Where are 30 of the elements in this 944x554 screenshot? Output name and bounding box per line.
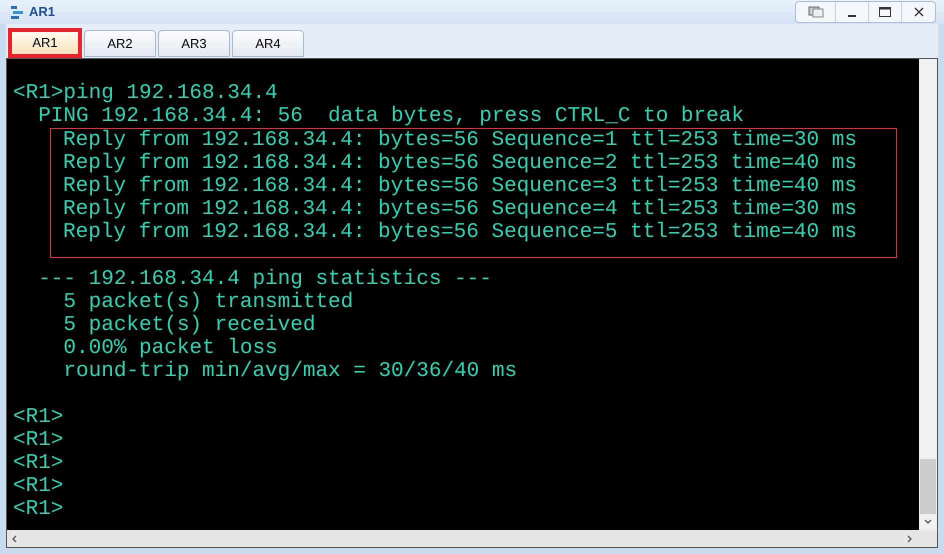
terminal-line: --- 192.168.34.4 ping statistics --- <box>37 268 492 291</box>
scrollbar-thumb[interactable] <box>920 459 936 514</box>
terminal-line: <R1> <box>13 429 64 452</box>
tab[interactable]: AR4 <box>232 30 304 57</box>
terminal-line: <R1> <box>13 406 64 429</box>
close-icon <box>914 7 924 17</box>
horizontal-scrollbar[interactable] <box>7 530 937 547</box>
network-icon <box>10 4 26 20</box>
terminal-line: Reply from 192.168.34.4: bytes=56 Sequence=1 ttl=253 time=30 ms <box>63 129 857 152</box>
terminal-line: Reply from 192.168.34.4: bytes=56 Sequence=3 ttl=253 time=40 ms <box>63 175 857 198</box>
terminal-line: <R1> <box>13 452 64 475</box>
minimize-icon <box>848 15 856 17</box>
terminal-line: round-trip min/avg/max = 30/36/40 ms <box>62 360 518 383</box>
tab[interactable]: AR3 <box>158 30 230 57</box>
terminal-line: 5 packet(s) received <box>62 314 316 337</box>
terminal-line: Reply from 192.168.34.4: bytes=56 Sequence=2 ttl=253 time=40 ms <box>63 152 857 175</box>
terminal-line: Reply from 192.168.34.4: bytes=56 Sequence=5 ttl=253 time=40 ms <box>63 221 857 244</box>
terminal-line: 5 packet(s) transmitted <box>62 291 354 314</box>
tab[interactable]: AR1 <box>8 28 82 58</box>
window-icon <box>808 6 824 18</box>
terminal-line: <R1>ping 192.168.34.4 <box>13 82 278 105</box>
terminal-line: <R1> <box>13 475 64 498</box>
terminal-line: <R1> <box>13 498 64 521</box>
terminal-line: PING 192.168.34.4: 56 data bytes, press CTRL_C to break <box>37 105 744 128</box>
tab[interactable]: AR2 <box>84 30 156 57</box>
terminal-line: Reply from 192.168.34.4: bytes=56 Sequence=4 ttl=253 time=30 ms <box>63 198 857 221</box>
window-title: AR1 <box>29 3 56 22</box>
maximize-icon <box>879 7 891 17</box>
vertical-scrollbar[interactable] <box>919 59 937 530</box>
terminal-line: 0.00% packet loss <box>62 337 278 360</box>
